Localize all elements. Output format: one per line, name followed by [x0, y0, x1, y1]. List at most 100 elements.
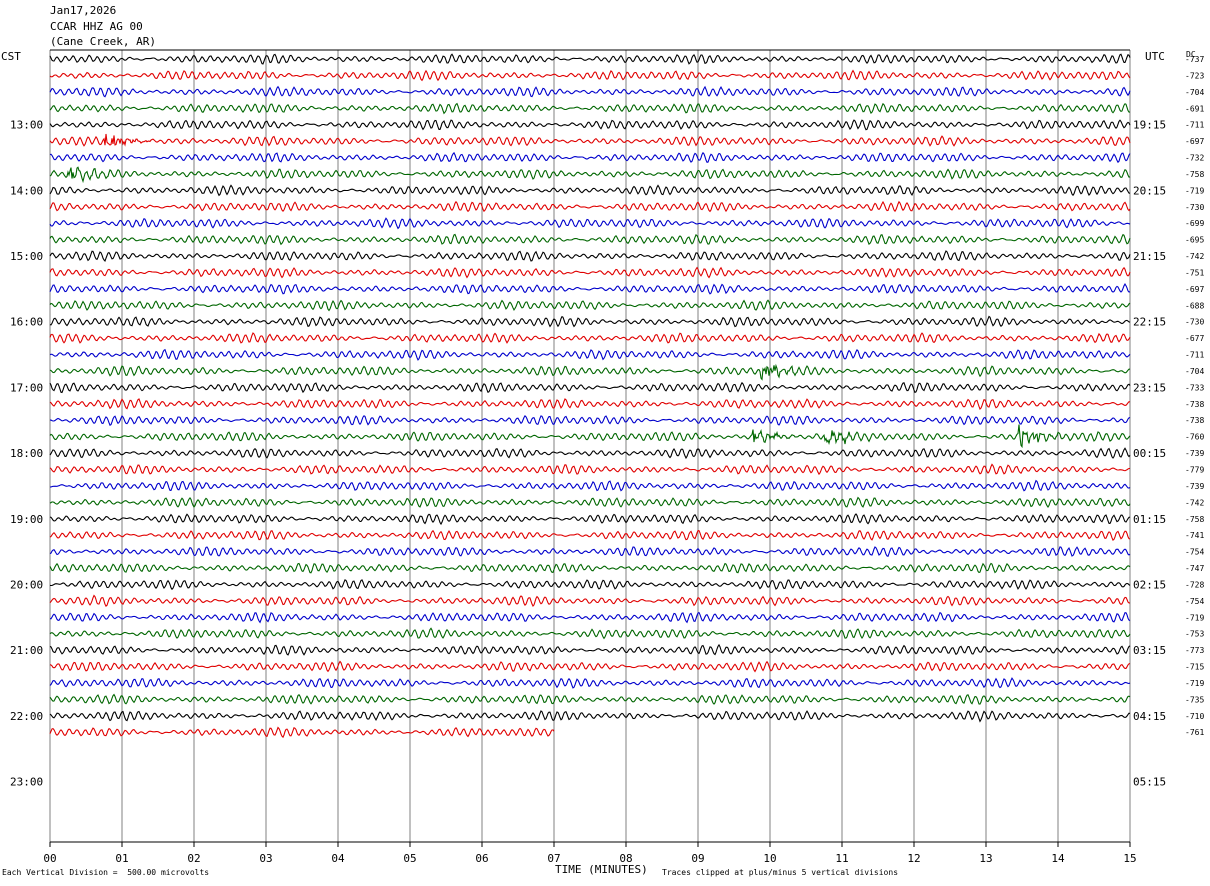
dc-offset-value: -697	[1185, 285, 1204, 294]
trace-row	[49, 496, 1131, 508]
dc-offset-value: -711	[1185, 351, 1204, 360]
dc-offset-value: -751	[1185, 268, 1204, 277]
right-hour-label: 19:15	[1133, 119, 1166, 132]
clip-note: Traces clipped at plus/minus 5 vertical …	[662, 868, 899, 877]
trace-row	[49, 250, 1131, 263]
trace-row	[49, 546, 1131, 558]
trace-row	[50, 415, 1131, 427]
trace-row	[49, 447, 1131, 460]
left-hour-label: 17:00	[10, 381, 43, 394]
trace-row	[49, 726, 555, 739]
dc-offset-value: -761	[1185, 728, 1204, 737]
dc-offset-value: -728	[1185, 580, 1204, 589]
trace-row	[49, 217, 1131, 230]
dc-offset-value: -677	[1185, 334, 1204, 343]
left-hour-label: 19:00	[10, 513, 43, 526]
trace-row	[49, 594, 1130, 607]
left-hour-label: 21:00	[10, 644, 43, 657]
trace-row	[49, 513, 1131, 526]
trace-row	[49, 184, 1131, 197]
helicorder-plot: 00 01 02 03 04 05 06 07 08 09 10 11 12 13 14 1513:0014:…	[10, 49, 1204, 865]
dc-offset-value: -753	[1185, 630, 1204, 639]
x-tick-label: 15	[1123, 852, 1136, 865]
x-tick-label: 00	[43, 852, 56, 865]
dc-offset-value: -711	[1185, 121, 1204, 130]
dc-offset-value: -758	[1185, 170, 1204, 179]
dc-offset-value: -719	[1185, 613, 1204, 622]
x-tick-label: 09	[691, 852, 704, 865]
right-timezone-label: UTC	[1145, 50, 1165, 63]
trace-row	[49, 233, 1131, 246]
dc-offset-value: -730	[1185, 203, 1204, 212]
trace-row	[49, 69, 1131, 82]
left-timezone-label: CST	[1, 50, 21, 63]
trace-row	[49, 119, 1131, 131]
dc-offset-value: -779	[1185, 466, 1204, 475]
dc-offset-value: -688	[1185, 301, 1204, 310]
dc-offset-value: -754	[1185, 597, 1204, 606]
x-tick-label: 10	[763, 852, 776, 865]
dc-offset-value: -723	[1185, 71, 1204, 80]
dc-offset-value: -704	[1185, 88, 1204, 97]
trace-row	[49, 85, 1131, 98]
dc-offset-value: -758	[1185, 515, 1204, 524]
trace-row	[49, 102, 1130, 115]
x-tick-label: 14	[1051, 852, 1065, 865]
dc-offset-value: -719	[1185, 679, 1204, 688]
dc-offset-value: -741	[1185, 531, 1204, 540]
location-label: (Cane Creek, AR)	[50, 35, 156, 48]
trace-row	[49, 579, 1131, 591]
x-tick-label: 03	[259, 852, 272, 865]
dc-offset-value: -699	[1185, 219, 1204, 228]
scale-note: Each Vertical Division = 500.00 microvol…	[2, 868, 210, 877]
x-tick-label: 11	[835, 852, 848, 865]
dc-offset-value: -742	[1185, 252, 1204, 261]
right-hour-label: 21:15	[1133, 250, 1166, 263]
x-tick-label: 06	[475, 852, 488, 865]
left-hour-label: 20:00	[10, 578, 43, 591]
right-hour-label: 04:15	[1133, 710, 1166, 723]
x-tick-label: 01	[115, 852, 128, 865]
trace-row	[49, 133, 1131, 147]
left-hour-label: 23:00	[10, 775, 43, 788]
left-hour-label: 15:00	[10, 250, 43, 263]
dc-offset-value: -704	[1185, 367, 1204, 376]
trace-row	[49, 710, 1131, 723]
dc-offset-value: -754	[1185, 548, 1204, 557]
date-label: Jan17,2026	[50, 4, 117, 17]
left-hour-label: 18:00	[10, 447, 43, 460]
x-axis-title: TIME (MINUTES)	[555, 863, 648, 876]
dc-offset-value: -733	[1185, 383, 1204, 392]
station-label: CCAR HHZ AG 00	[50, 20, 143, 33]
right-hour-label: 23:15	[1133, 381, 1166, 394]
trace-row	[49, 315, 1131, 328]
trace-row	[49, 283, 1131, 295]
dc-offset-header: DC	[1186, 50, 1196, 59]
trace-row	[49, 529, 1131, 541]
trace-row	[49, 611, 1131, 624]
left-hour-label: 16:00	[10, 316, 43, 329]
dc-offset-value: -697	[1185, 137, 1204, 146]
dc-offset-value: -732	[1185, 154, 1204, 163]
right-hour-label: 05:15	[1133, 775, 1166, 788]
x-tick-label: 05	[403, 852, 416, 865]
trace-row	[49, 693, 1131, 705]
trace-row	[49, 53, 1131, 65]
dc-offset-value: -715	[1185, 663, 1204, 672]
dc-offset-value: -735	[1185, 695, 1204, 704]
x-tick-label: 13	[979, 852, 992, 865]
dc-offset-value: -730	[1185, 318, 1204, 327]
trace-row	[49, 643, 1131, 656]
trace-row	[49, 166, 1131, 184]
trace-row	[49, 332, 1131, 344]
dc-offset-value: -773	[1185, 646, 1204, 655]
trace-row	[49, 299, 1131, 312]
dc-offset-value: -747	[1185, 564, 1204, 573]
dc-offset-value: -739	[1185, 482, 1204, 491]
right-hour-label: 00:15	[1133, 447, 1166, 460]
left-hour-label: 14:00	[10, 184, 43, 197]
dc-offset-value: -760	[1185, 433, 1204, 442]
right-hour-label: 22:15	[1133, 316, 1166, 329]
dc-offset-value: -691	[1185, 104, 1204, 113]
x-tick-label: 12	[907, 852, 920, 865]
